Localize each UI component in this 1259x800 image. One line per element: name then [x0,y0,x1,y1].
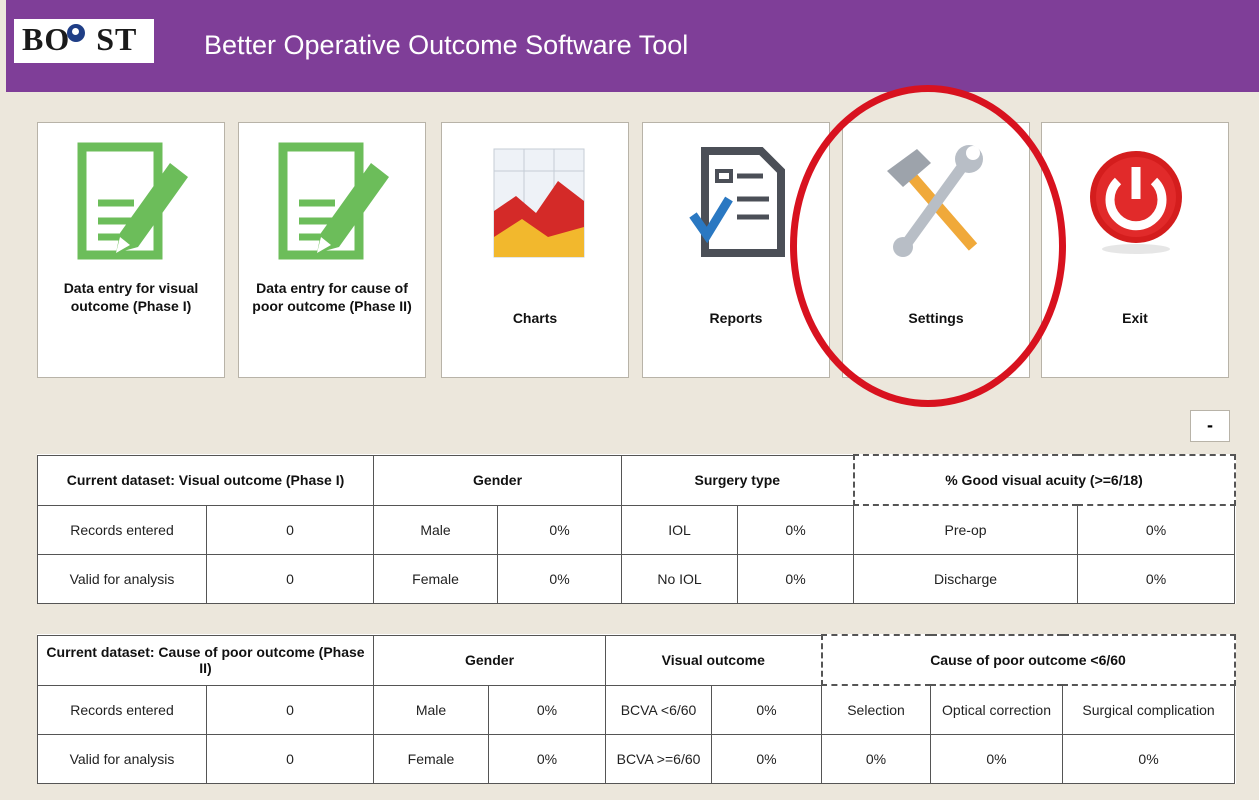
table-cell: 0% [497,504,623,555]
table-row: Records entered 0 Male 0% BCVA <6/60 0% … [37,684,1236,735]
chart-icon [493,148,585,258]
table-row: Valid for analysis 0 Female 0% No IOL 0%… [37,554,1236,604]
tile-label: Data entry for visual outcome (Phase I) [63,280,199,314]
table-cell: 0% [711,734,823,784]
boost-logo: BO ST [14,19,154,63]
data-entry-icon [278,142,389,260]
table-cell: Female [373,734,489,784]
table-cell: Selection [821,684,932,735]
table-cell: Optical correction [930,684,1064,735]
table-cell: 0% [497,554,623,604]
table-cell: Records entered [37,684,207,735]
table-cell: 0% [487,684,607,735]
table-cell: BCVA >=6/60 [605,734,713,784]
table-cell: Discharge [853,554,1079,604]
phase1-summary-table: Current dataset: Visual outcome (Phase I… [36,454,1236,604]
tile-label: Settings [908,310,964,326]
data-entry-icon [77,142,188,260]
table-cell: 0% [737,554,855,604]
group-header-cause-poor-outcome: Cause of poor outcome <6/60 [820,634,1236,686]
tile-reports[interactable]: Reports [642,122,830,378]
table-cell: 0% [1077,504,1236,555]
tile-exit[interactable]: Exit [1041,122,1229,378]
table-cell: BCVA <6/60 [605,684,713,735]
table-cell: 0% [1077,554,1236,604]
app-header: BO ST Better Operative Outcome Software T… [6,0,1259,92]
table-cell: Male [373,504,499,555]
dataset-title: Current dataset: Cause of poor outcome (… [37,634,374,686]
table-cell: 0% [821,734,932,784]
tile-charts[interactable]: Charts [441,122,629,378]
tile-label: Reports [709,310,763,326]
tile-settings[interactable]: Settings [842,122,1030,378]
table-cell: IOL [621,504,739,555]
table-cell: 0 [206,684,374,735]
report-icon [689,147,785,257]
table-cell: Valid for analysis [37,734,207,784]
group-header-surgery-type: Surgery type [621,454,855,506]
group-header-visual-outcome: Visual outcome [605,634,823,686]
table-cell: Pre-op [853,504,1079,555]
phase2-summary-table: Current dataset: Cause of poor outcome (… [37,634,1236,784]
table-cell: 0 [205,554,375,604]
table-cell: 0% [487,734,607,784]
table-cell: 0% [930,734,1064,784]
table-cell: 0 [206,734,374,784]
table-cell: 0% [711,684,823,735]
table-cell: Male [373,684,489,735]
table-row: Records entered 0 Male 0% IOL 0% Pre-op … [37,504,1236,555]
tile-label: Exit [1122,310,1148,326]
tile-label: Charts [512,310,558,326]
eye-icon [67,24,85,42]
table-cell: Valid for analysis [37,554,207,604]
tile-label: Data entry for cause of poor outcome (Ph… [252,280,412,314]
group-header-gender: Gender [372,634,607,686]
table-cell: 0% [1062,734,1236,784]
tile-data-entry-phase1[interactable]: Data entry for visual outcome (Phase I) [37,122,225,378]
power-icon [1090,151,1182,254]
app-title: Better Operative Outcome Software Tool [204,30,689,60]
table-row: Valid for analysis 0 Female 0% BCVA >=6/… [37,734,1236,784]
table-cell: No IOL [621,554,739,604]
table-cell: 0% [737,504,855,555]
group-header-good-acuity: % Good visual acuity (>=6/18) [852,454,1236,506]
table-cell: 0 [205,504,375,555]
table-cell: Surgical complication [1062,684,1236,735]
tools-icon [887,145,983,257]
table-cell: Female [373,554,499,604]
table-cell: Records entered [37,504,207,555]
tile-data-entry-phase2[interactable]: Data entry for cause of poor outcome (Ph… [238,122,426,378]
dataset-title: Current dataset: Visual outcome (Phase I… [36,454,375,506]
group-header-gender: Gender [373,454,623,506]
collapse-button[interactable]: - [1190,410,1230,442]
